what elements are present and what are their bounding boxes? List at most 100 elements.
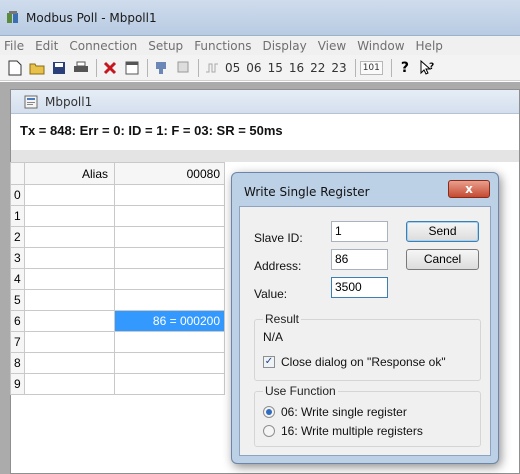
result-group-title: Result	[263, 312, 302, 326]
alias-cell[interactable]	[24, 331, 115, 353]
value-cell[interactable]	[114, 268, 225, 290]
register-grid: Alias 00080 0 1 2 3 4 5 6 86 = 000200 7 …	[10, 162, 225, 395]
alias-cell[interactable]	[24, 268, 115, 290]
address-label: Address:	[254, 259, 302, 273]
menu-display[interactable]: Display	[262, 39, 306, 53]
value-input[interactable]: 3500	[331, 277, 388, 298]
radio-selected-dot	[266, 409, 272, 415]
menu-functions[interactable]: Functions	[194, 39, 251, 53]
open-folder-icon[interactable]	[28, 59, 46, 77]
function-05-button[interactable]: 05	[225, 61, 240, 75]
alias-cell[interactable]	[24, 373, 115, 395]
row-number: 2	[10, 226, 25, 248]
write-single-register-dialog: Write Single Register x Slave ID: 1 Addr…	[231, 172, 499, 464]
result-group: Result N/A ✓ Close dialog on "Response o…	[254, 312, 481, 381]
value-cell[interactable]	[114, 373, 225, 395]
value-label: Value:	[254, 287, 288, 301]
toolbar-separator	[198, 58, 199, 77]
menu-connection[interactable]: Connection	[69, 39, 137, 53]
function-23-button[interactable]: 23	[331, 61, 346, 75]
alias-cell[interactable]	[24, 205, 115, 227]
use-function-group-title: Use Function	[263, 384, 338, 398]
toolbar-separator	[147, 58, 148, 77]
value-cell[interactable]	[114, 226, 225, 248]
table-row: 2	[10, 226, 225, 248]
value-cell[interactable]	[114, 289, 225, 311]
send-button[interactable]: Send	[406, 221, 479, 242]
alias-cell[interactable]	[24, 310, 115, 332]
poll-status-line: Tx = 848: Err = 0: ID = 1: F = 03: SR = …	[20, 123, 283, 138]
menu-help[interactable]: Help	[416, 39, 443, 53]
svg-text:?: ?	[429, 62, 434, 72]
result-value: N/A	[263, 330, 284, 344]
context-help-icon[interactable]: ?	[418, 59, 436, 77]
print-icon[interactable]	[72, 59, 90, 77]
menu-file[interactable]: File	[4, 39, 24, 53]
close-on-response-checkbox[interactable]: ✓	[263, 356, 275, 368]
table-row: 5	[10, 289, 225, 311]
toolbar: 05 06 15 16 22 23 101 ? ?	[0, 55, 520, 81]
table-row: 4	[10, 268, 225, 290]
value-cell[interactable]	[114, 352, 225, 374]
disconnect-icon[interactable]	[174, 59, 192, 77]
connect-icon[interactable]	[152, 59, 170, 77]
function-16-label[interactable]: 16: Write multiple registers	[281, 424, 423, 438]
new-file-icon[interactable]	[6, 59, 24, 77]
menu-setup[interactable]: Setup	[148, 39, 183, 53]
menu-bar: File Edit Connection Setup Functions Dis…	[0, 36, 520, 55]
value-cell[interactable]	[114, 331, 225, 353]
slave-id-input[interactable]: 1	[331, 221, 388, 242]
modbus-app-icon	[7, 11, 18, 23]
table-row: 1	[10, 205, 225, 227]
function-06-button[interactable]: 06	[246, 61, 261, 75]
table-row: 7	[10, 331, 225, 353]
alias-cell[interactable]	[24, 247, 115, 269]
value-cell[interactable]	[114, 205, 225, 227]
row-number: 9	[10, 373, 25, 395]
function-16-button[interactable]: 16	[289, 61, 304, 75]
menu-edit[interactable]: Edit	[35, 39, 58, 53]
app-title-bar: Modbus Poll - Mbpoll1	[0, 0, 520, 36]
close-on-response-label[interactable]: Close dialog on "Response ok"	[281, 355, 446, 369]
function-06-label[interactable]: 06: Write single register	[281, 405, 407, 419]
table-row: 9	[10, 373, 225, 395]
function-15-button[interactable]: 15	[268, 61, 283, 75]
child-title: Mbpoll1	[45, 95, 93, 109]
function-22-button[interactable]: 22	[310, 61, 325, 75]
close-button[interactable]: x	[448, 180, 490, 198]
menu-window[interactable]: Window	[357, 39, 404, 53]
menu-view[interactable]: View	[318, 39, 346, 53]
help-icon[interactable]: ?	[396, 59, 414, 77]
row-number: 4	[10, 268, 25, 290]
function-16-radio[interactable]	[263, 425, 275, 437]
column-header-address[interactable]: 00080	[114, 162, 225, 185]
child-title-bar: Mbpoll1	[11, 90, 519, 114]
row-number: 6	[10, 310, 25, 332]
status-separator	[11, 150, 519, 162]
dialog-title: Write Single Register	[244, 185, 370, 199]
help-glyph: ?	[400, 59, 409, 76]
alias-cell[interactable]	[24, 226, 115, 248]
grid-header-row: Alias 00080	[10, 162, 225, 185]
row-number: 1	[10, 205, 25, 227]
slave-id-label: Slave ID:	[254, 231, 303, 245]
value-cell[interactable]	[114, 247, 225, 269]
cancel-button[interactable]: Cancel	[406, 249, 479, 270]
app-title: Modbus Poll - Mbpoll1	[26, 11, 157, 25]
window-icon[interactable]	[123, 59, 141, 77]
grid-corner	[10, 162, 25, 185]
function-101-button[interactable]: 101	[359, 60, 383, 75]
pulse-icon[interactable]	[203, 59, 221, 77]
column-header-alias[interactable]: Alias	[24, 162, 115, 185]
address-input[interactable]: 86	[331, 249, 388, 270]
save-icon[interactable]	[50, 59, 68, 77]
row-number: 0	[10, 184, 25, 206]
alias-cell[interactable]	[24, 352, 115, 374]
alias-cell[interactable]	[24, 184, 115, 206]
value-cell[interactable]	[114, 184, 225, 206]
table-row: 0	[10, 184, 225, 206]
delete-icon[interactable]	[101, 59, 119, 77]
function-06-radio[interactable]	[263, 406, 275, 418]
alias-cell[interactable]	[24, 289, 115, 311]
selected-value-cell[interactable]: 86 = 000200	[114, 310, 225, 332]
